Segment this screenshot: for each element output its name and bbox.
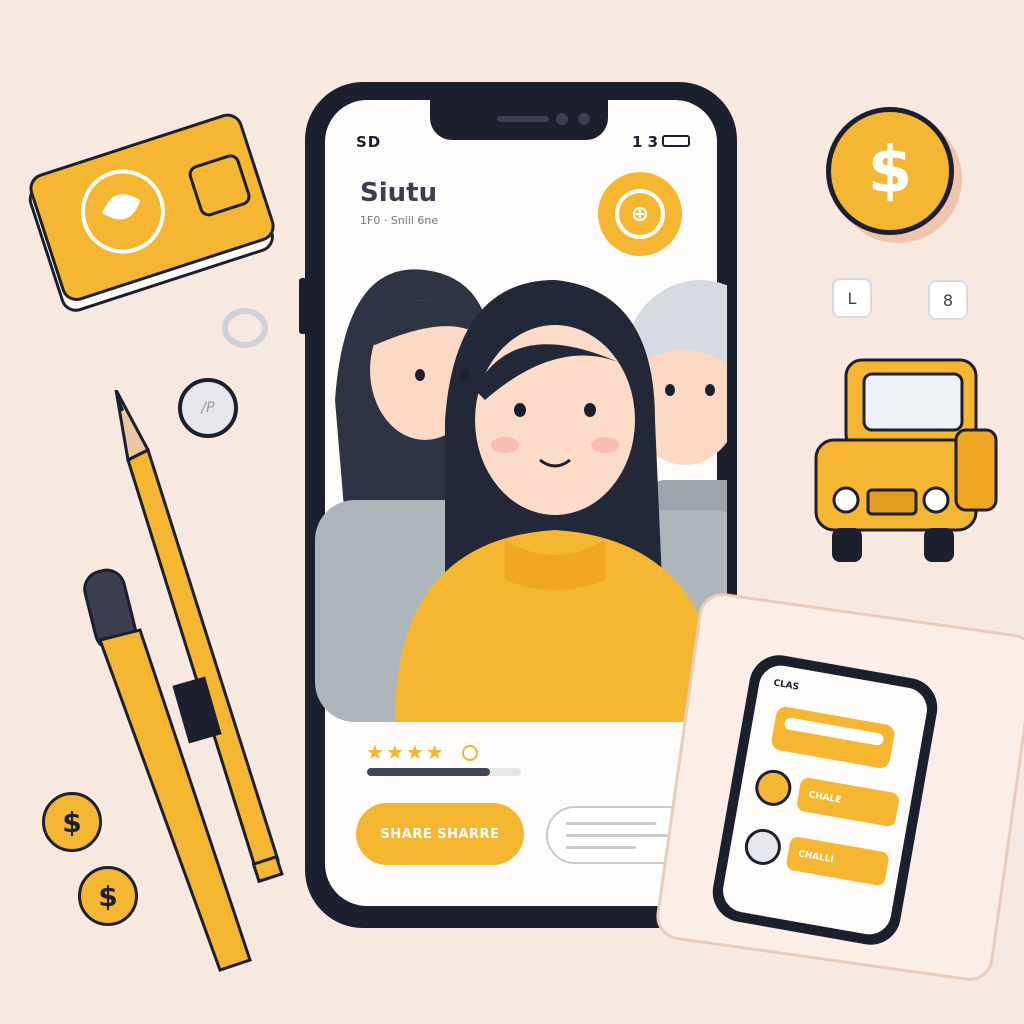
app-subtitle: 1F0 · Sniil 6ne — [360, 214, 439, 227]
placeholder-line — [566, 822, 656, 825]
mini-phone-screen: CLAS CHALE CHALLI — [719, 662, 931, 938]
ring-icon — [222, 308, 268, 348]
status-bar-left: SD — [356, 133, 382, 151]
mini-item-icon — [742, 826, 784, 868]
mini-list-item[interactable]: CHALLI — [741, 822, 897, 895]
camera-icon — [578, 113, 590, 125]
placeholder-line — [566, 834, 676, 837]
mini-item-icon — [752, 766, 795, 809]
star-rating: ★★★★ — [366, 740, 446, 764]
progress-fill — [367, 768, 491, 776]
app-title: Siutu — [360, 178, 438, 208]
mini-phone-title: CLAS — [772, 678, 800, 693]
dollar-coin-icon: $ — [826, 107, 954, 235]
mini-list-item[interactable]: CHALE — [751, 763, 907, 836]
mini-search-card[interactable] — [770, 705, 896, 770]
lock-bubble-icon: 8 — [928, 280, 968, 320]
camera-icon — [556, 113, 568, 125]
mini-item-label: CHALLI — [785, 835, 890, 887]
rating-dot-icon — [462, 745, 478, 761]
battery-icon — [662, 135, 690, 147]
profile-badge-button[interactable]: ⊕ — [598, 172, 682, 256]
chat-bubble-icon: L — [832, 278, 872, 318]
phone-speaker — [497, 116, 549, 122]
share-button[interactable]: SHARE SHARRE — [356, 803, 524, 865]
mini-search-input[interactable] — [783, 716, 885, 747]
car-icon — [814, 358, 998, 562]
mini-item-label: CHALE — [795, 776, 901, 828]
status-bar-right: 1 3 — [632, 133, 659, 151]
wallet-illustration — [28, 113, 275, 312]
coin-icon: $ — [42, 792, 102, 852]
badge-icon: ⊕ — [615, 189, 665, 239]
group-photo — [315, 269, 727, 722]
phone-side-button — [299, 278, 307, 334]
coin-icon: $ — [78, 866, 138, 926]
placeholder-line — [566, 846, 636, 849]
